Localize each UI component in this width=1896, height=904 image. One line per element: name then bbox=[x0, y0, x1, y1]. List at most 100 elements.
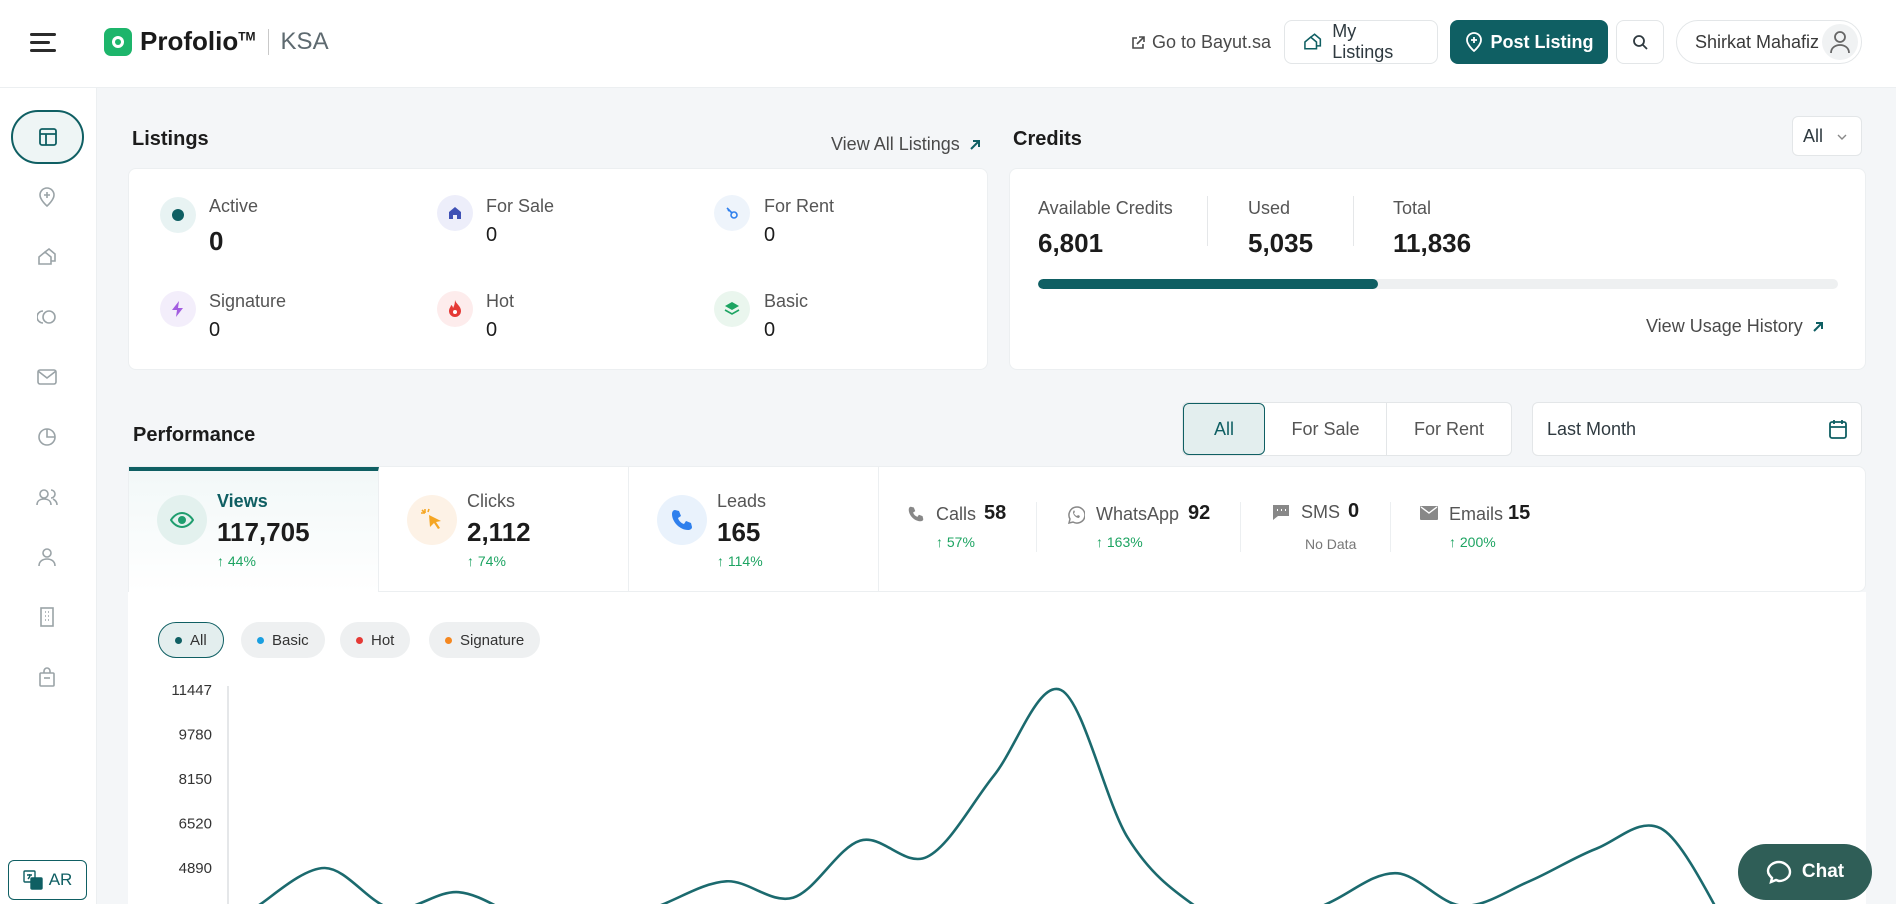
sidebar-item-team[interactable] bbox=[28, 478, 66, 516]
sidebar-item-agency[interactable] bbox=[28, 598, 66, 636]
metric-clicks-tab[interactable]: Clicks 2,112 ↑ 74% bbox=[379, 467, 629, 593]
listings-icon bbox=[1304, 33, 1322, 50]
building-icon bbox=[40, 607, 54, 627]
calendar-icon bbox=[1829, 420, 1847, 439]
stat-value: 0 bbox=[209, 226, 224, 256]
view-all-listings-link[interactable]: View All Listings bbox=[831, 134, 982, 155]
whatsapp-icon bbox=[1067, 506, 1085, 524]
metric-value: 2,112 bbox=[467, 517, 531, 547]
y-tick-label: 8150 bbox=[179, 771, 212, 788]
translate-icon bbox=[22, 870, 43, 890]
chip-basic[interactable]: Basic bbox=[241, 622, 325, 658]
phone-icon bbox=[657, 495, 707, 545]
metric-change: ↑ 74% bbox=[467, 553, 506, 569]
sidebar-item-messages[interactable] bbox=[28, 358, 66, 396]
leads-icon bbox=[37, 310, 56, 324]
sidebar-item-leads[interactable] bbox=[28, 298, 66, 336]
used-credits-label: Used bbox=[1248, 198, 1291, 218]
metric-label: Views bbox=[217, 491, 268, 511]
sidebar-item-shop[interactable] bbox=[28, 658, 66, 696]
views-line-chart: 11447 9780 8150 6520 4890 bbox=[171, 682, 1716, 904]
arrow-up-right-icon bbox=[970, 139, 980, 150]
external-link-icon bbox=[1132, 35, 1145, 49]
metric-label: Clicks bbox=[467, 491, 515, 511]
sidebar-item-listings[interactable] bbox=[28, 238, 66, 276]
key-icon bbox=[714, 195, 750, 231]
bag-icon bbox=[39, 667, 55, 687]
house-icon bbox=[437, 195, 473, 231]
y-tick-label: 11447 bbox=[171, 682, 212, 699]
user-name: Shirkat Mahafiz bbox=[1695, 31, 1820, 52]
user-icon bbox=[1830, 31, 1850, 54]
flame-icon bbox=[437, 291, 473, 327]
brand-name: ProfolioTM bbox=[140, 26, 256, 56]
add-location-icon bbox=[1465, 32, 1482, 52]
stat-label: For Sale bbox=[486, 196, 555, 216]
chip-signature[interactable]: Signature bbox=[429, 622, 541, 658]
date-range-picker[interactable]: Last Month bbox=[1532, 402, 1862, 456]
phone-icon bbox=[908, 506, 924, 522]
listings-title: Listings bbox=[132, 128, 209, 150]
y-tick-label: 4890 bbox=[179, 860, 212, 877]
chat-button[interactable]: Chat bbox=[1738, 844, 1872, 900]
arrow-up-right-icon bbox=[1813, 321, 1823, 332]
metric-views-tab[interactable]: Views 117,705 ↑ 44% bbox=[129, 467, 379, 593]
listing-type-segmented-control: All For Sale For Rent bbox=[1182, 402, 1512, 456]
metric-value: 165 bbox=[717, 517, 761, 547]
top-header: ProfolioTM KSA Go to Bayut.sa My Listing… bbox=[0, 0, 1896, 88]
chip-all[interactable]: All bbox=[158, 622, 224, 658]
search-button[interactable] bbox=[1616, 20, 1664, 64]
profolio-logo-icon bbox=[104, 27, 132, 56]
dashboard-icon bbox=[38, 128, 57, 146]
sidebar-item-analytics[interactable] bbox=[28, 418, 66, 456]
segment-all[interactable]: All bbox=[1183, 403, 1265, 455]
stat-value: 0 bbox=[486, 319, 498, 341]
stat-value: 0 bbox=[209, 319, 221, 341]
chevron-down-icon bbox=[1837, 134, 1847, 140]
y-tick-label: 6520 bbox=[179, 816, 212, 833]
goto-bayut-link[interactable]: Go to Bayut.sa bbox=[1130, 32, 1271, 53]
lead-sms: SMS 0 No Data bbox=[1272, 500, 1382, 554]
credits-progress-bar bbox=[1038, 279, 1838, 289]
segment-for-sale[interactable]: For Sale bbox=[1265, 403, 1387, 455]
stat-label: Signature bbox=[209, 291, 287, 311]
chat-bubble-icon bbox=[1766, 860, 1792, 884]
stat-label: Basic bbox=[764, 291, 809, 311]
sidebar-item-profile[interactable] bbox=[28, 538, 66, 576]
active-icon bbox=[160, 197, 196, 233]
my-listings-button[interactable]: My Listings bbox=[1284, 20, 1438, 64]
lead-calls: Calls 58 ↑ 57% bbox=[908, 502, 1018, 556]
stat-value: 0 bbox=[764, 319, 776, 341]
brand-logo[interactable]: ProfolioTM KSA bbox=[104, 26, 329, 57]
search-icon bbox=[1633, 35, 1648, 50]
lead-emails: Emails 15 ↑ 200% bbox=[1420, 502, 1550, 556]
language-toggle-button[interactable]: AR bbox=[8, 860, 87, 900]
menu-icon[interactable] bbox=[30, 33, 58, 53]
sidebar-item-dashboard[interactable] bbox=[11, 110, 84, 164]
metric-change: ↑ 44% bbox=[217, 553, 256, 569]
y-tick-label: 9780 bbox=[179, 727, 212, 744]
credits-filter-dropdown[interactable]: All bbox=[1792, 116, 1862, 156]
total-credits-label: Total bbox=[1393, 198, 1432, 218]
post-listing-button[interactable]: Post Listing bbox=[1450, 20, 1608, 64]
total-credits-value: 11,836 bbox=[1393, 228, 1472, 258]
metric-label: Leads bbox=[717, 491, 767, 511]
performance-title: Performance bbox=[133, 424, 256, 446]
cursor-click-icon bbox=[407, 495, 457, 545]
view-usage-history-link[interactable]: View Usage History bbox=[1646, 316, 1825, 337]
team-icon bbox=[36, 489, 58, 506]
stat-label: Hot bbox=[486, 291, 515, 311]
add-location-icon bbox=[39, 187, 55, 207]
region-label: KSA bbox=[280, 27, 329, 55]
credits-title: Credits bbox=[1013, 128, 1082, 150]
stat-label: Active bbox=[209, 196, 259, 216]
sidebar-item-add-listing[interactable] bbox=[28, 178, 66, 216]
metric-leads-tab[interactable]: Leads 165 ↑ 114% bbox=[629, 467, 879, 593]
sms-icon bbox=[1273, 505, 1289, 520]
stat-value: 0 bbox=[486, 224, 498, 246]
listings-icon bbox=[38, 248, 56, 265]
chip-hot[interactable]: Hot bbox=[340, 622, 411, 658]
segment-for-rent[interactable]: For Rent bbox=[1387, 403, 1511, 455]
profile-icon bbox=[38, 548, 56, 567]
user-menu[interactable]: Shirkat Mahafiz bbox=[1676, 20, 1862, 64]
